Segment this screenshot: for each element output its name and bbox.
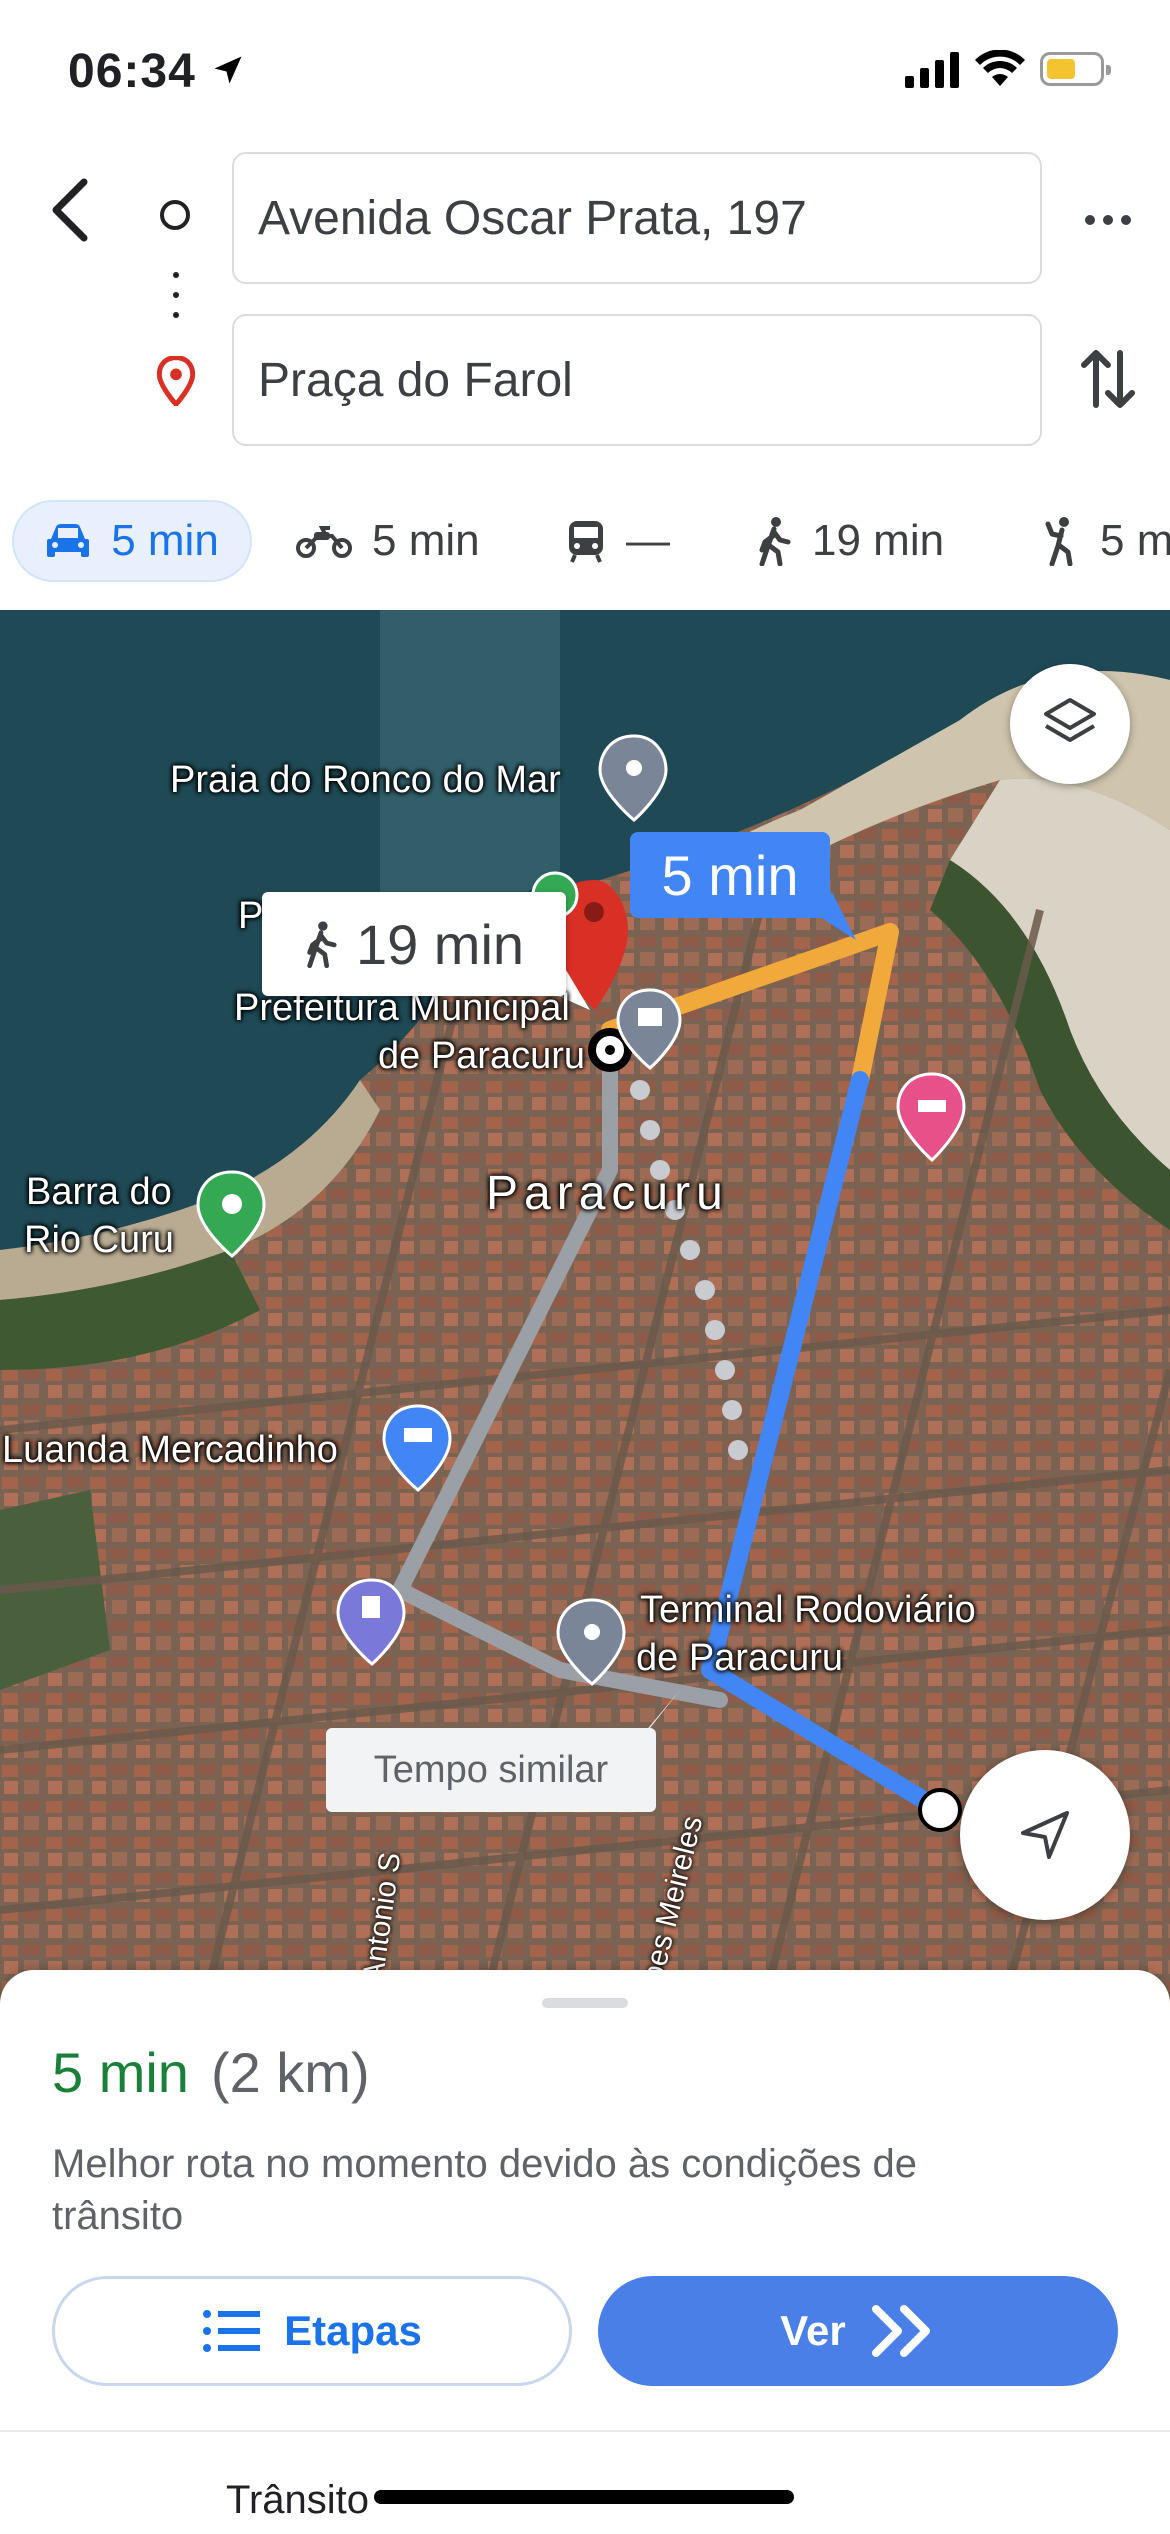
walking-person-icon (307, 921, 337, 968)
walk-route-bubble[interactable]: 19 min (262, 892, 566, 996)
travel-mode-tabs: 5 min 5 min — 19 min 5 m (0, 490, 1170, 590)
transit-tab-label[interactable]: Trânsito (226, 2478, 369, 2523)
similar-route-bubble[interactable]: Tempo similar (326, 1728, 656, 1812)
battery-icon (1040, 52, 1111, 86)
my-location-button[interactable] (960, 1750, 1130, 1920)
more-options-button[interactable] (1078, 200, 1138, 240)
view-route-button[interactable]: Ver (598, 2276, 1118, 2386)
tab-transit-label: — (626, 516, 670, 565)
list-icon (203, 2310, 261, 2352)
back-arrow-icon (52, 178, 88, 242)
swap-button[interactable] (1080, 345, 1136, 418)
motorcycle-icon (296, 526, 352, 558)
origin-circle-icon (160, 200, 190, 230)
back-button[interactable] (40, 170, 100, 250)
swap-arrows-icon (1081, 350, 1135, 408)
tab-transit[interactable]: — (566, 500, 670, 582)
tab-car[interactable]: 5 min (12, 500, 252, 582)
poi-barra-label-1[interactable]: Barra do (26, 1170, 172, 1214)
tab-motorcycle[interactable]: 5 min (296, 500, 480, 582)
poi-partial-label: P (238, 895, 264, 937)
steps-button-label: Etapas (284, 2307, 422, 2354)
route-summary: 5 min (2 km) (52, 2040, 370, 2105)
poi-barra-label-2[interactable]: Rio Curu (24, 1218, 174, 1262)
tab-car-label: 5 min (111, 516, 219, 565)
tab-ride-label: 5 m (1100, 516, 1170, 565)
tab-motorcycle-label: 5 min (372, 516, 480, 565)
poi-praia-label[interactable]: Praia do Ronco do Mar (170, 758, 561, 802)
double-chevron-right-icon (871, 2305, 930, 2357)
layers-icon (1044, 698, 1096, 742)
route-description: Melhor rota no momento devido às condiçõ… (52, 2142, 917, 2238)
bottom-bar: Trânsito (0, 2430, 1170, 2534)
tab-ride[interactable]: 5 m (1040, 500, 1170, 582)
ride-hailing-icon (1045, 517, 1073, 566)
transit-icon (569, 521, 603, 563)
wifi-icon (975, 50, 1025, 86)
route-bottom-sheet[interactable]: 5 min (2 km) Melhor rota no momento devid… (0, 1970, 1170, 2430)
tab-walk-label: 19 min (812, 516, 945, 565)
map-layers-button[interactable] (1010, 664, 1130, 784)
car-icon (47, 524, 90, 557)
route-duration: 5 min (52, 2041, 189, 2104)
location-arrow-icon (214, 56, 242, 84)
poi-luanda-label[interactable]: Luanda Mercadinho (2, 1428, 338, 1472)
view-route-button-label: Ver (780, 2307, 846, 2354)
route-dots-icon (173, 272, 179, 332)
sheet-drag-handle[interactable] (542, 1998, 628, 2008)
poi-terminal-label-2[interactable]: de Paracuru (636, 1636, 843, 1680)
walk-route-bubble-label: 19 min (355, 912, 525, 976)
poi-terminal-label-1[interactable]: Terminal Rodoviário (640, 1588, 976, 1632)
home-indicator[interactable] (374, 2490, 794, 2504)
steps-button[interactable]: Etapas (52, 2276, 572, 2386)
drive-route-bubble[interactable]: 5 min (630, 832, 830, 918)
route-distance: (2 km) (210, 2041, 370, 2104)
walking-person-icon (759, 517, 791, 566)
destination-pin-icon (156, 356, 196, 406)
status-bar: 06:34 (0, 0, 1170, 140)
status-time: 06:34 (68, 45, 196, 98)
destination-input[interactable]: Praça do Farol (232, 314, 1042, 446)
origin-input[interactable]: Avenida Oscar Prata, 197 (232, 152, 1042, 284)
tab-walk[interactable]: 19 min (756, 500, 944, 582)
cellular-signal-icon (905, 52, 959, 88)
map-view[interactable]: Praia do Ronco do Mar P Prefeitura Munic… (0, 610, 1170, 2020)
navigation-arrow-icon (1021, 1811, 1069, 1859)
poi-prefeitura-label-2[interactable]: de Paracuru (378, 1034, 585, 1078)
city-label: Paracuru (486, 1167, 729, 1220)
